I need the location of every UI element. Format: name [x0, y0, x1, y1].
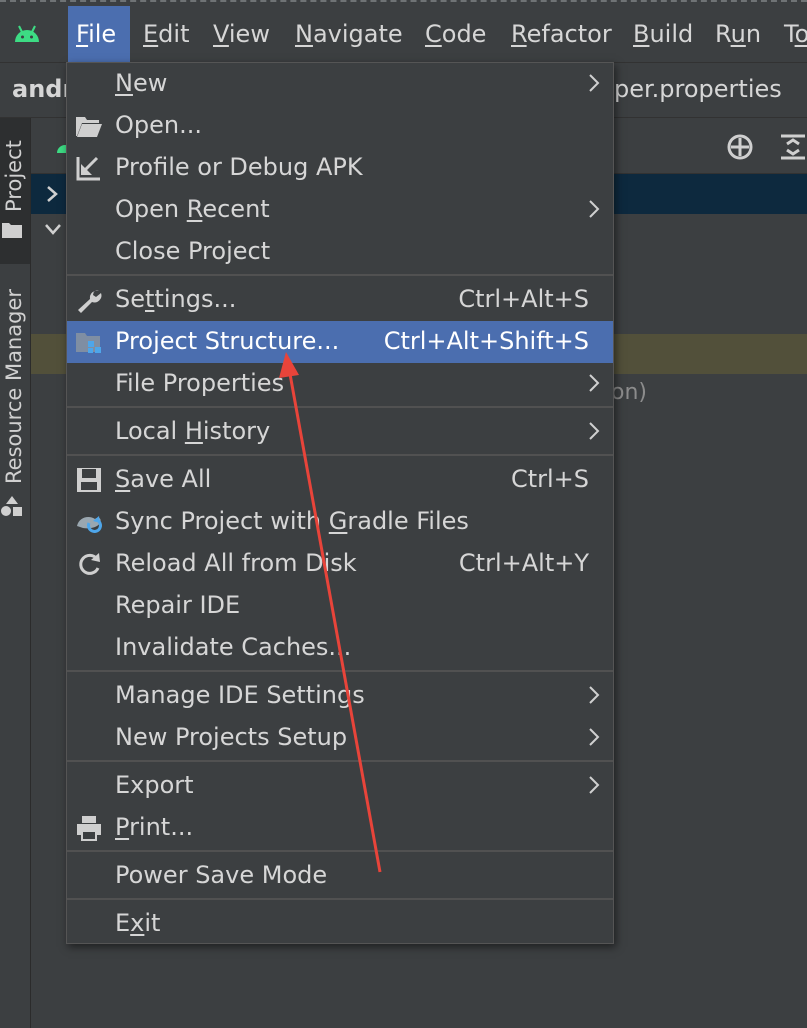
- project-structure-icon: [76, 333, 101, 353]
- tool-window-tab-project[interactable]: Project: [0, 118, 30, 264]
- menu-separator: [67, 406, 613, 408]
- menu-item-label: Project Structure...: [115, 327, 340, 355]
- tool-window-label-project: Project: [2, 140, 26, 212]
- menu-item-project-structure[interactable]: Project Structure... Ctrl+Alt+Shift+S: [67, 321, 613, 363]
- menu-item-shortcut: Ctrl+Alt+Shift+S: [383, 327, 589, 355]
- menu-item-close-project[interactable]: Close Project: [67, 231, 613, 273]
- menu-item-label: Settings...: [115, 285, 237, 313]
- menu-separator: [67, 454, 613, 456]
- menu-tools[interactable]: To: [776, 6, 807, 62]
- menu-item-power-save-mode[interactable]: Power Save Mode: [67, 855, 613, 897]
- menu-item-open[interactable]: Open...: [67, 105, 613, 147]
- menu-item-new[interactable]: New: [67, 63, 613, 105]
- collapse-all-icon[interactable]: [779, 132, 807, 162]
- folder-icon: [2, 223, 22, 238]
- menu-navigate[interactable]: Navigate: [287, 6, 411, 62]
- menu-separator: [67, 274, 613, 276]
- nav-file-name[interactable]: per.properties: [614, 75, 782, 103]
- menu-item-save-all[interactable]: Save All Ctrl+S: [67, 459, 613, 501]
- resource-manager-icon: [1, 496, 22, 516]
- menu-item-shortcut: Ctrl+S: [510, 465, 589, 493]
- menu-item-reload-all-from-disk[interactable]: Reload All from Disk Ctrl+Alt+Y: [67, 543, 613, 585]
- profile-apk-icon: [76, 156, 100, 181]
- menu-item-label: Repair IDE: [115, 591, 241, 619]
- menu-item-settings[interactable]: Settings... Ctrl+Alt+S: [67, 279, 613, 321]
- menu-item-sync-project-with-gradle-files[interactable]: Sync Project with Gradle Files: [67, 501, 613, 543]
- menu-item-label: Save All: [115, 465, 212, 493]
- android-studio-logo-icon: [15, 25, 39, 42]
- submenu-arrow-icon: [589, 686, 600, 704]
- menu-item-label: Open...: [115, 111, 202, 139]
- menu-view[interactable]: View: [205, 6, 278, 62]
- gradle-sync-icon: [77, 516, 102, 533]
- chevron-right-icon[interactable]: [45, 184, 59, 204]
- menu-separator: [67, 898, 613, 900]
- wrench-icon: [78, 290, 102, 313]
- file-menu-dropdown: New Open... Profile or Debug APK Open Recen…: [66, 62, 614, 944]
- submenu-arrow-icon: [589, 422, 600, 440]
- menu-item-label: Profile or Debug APK: [115, 153, 363, 181]
- menu-code[interactable]: Code: [417, 6, 494, 62]
- menu-item-label: Exit: [115, 909, 161, 937]
- printer-icon: [77, 816, 101, 841]
- menu-item-local-history[interactable]: Local History: [67, 411, 613, 453]
- menu-edit[interactable]: Edit: [135, 6, 197, 62]
- menu-refactor[interactable]: Refactor: [503, 6, 620, 62]
- menu-item-label: Local History: [115, 417, 271, 445]
- menu-item-label: Sync Project with Gradle Files: [115, 507, 469, 535]
- menu-item-profile-or-debug-apk[interactable]: Profile or Debug APK: [67, 147, 613, 189]
- menu-item-export[interactable]: Export: [67, 765, 613, 807]
- main-menubar: File Edit View Navigate Code Refactor Bu…: [0, 0, 807, 62]
- menu-item-file-properties[interactable]: File Properties: [67, 363, 613, 405]
- menu-item-label: Export: [115, 771, 194, 799]
- menu-item-repair-ide[interactable]: Repair IDE: [67, 585, 613, 627]
- menu-separator: [67, 760, 613, 762]
- menu-item-new-projects-setup[interactable]: New Projects Setup: [67, 717, 613, 759]
- menu-item-exit[interactable]: Exit: [67, 903, 613, 945]
- menu-item-manage-ide-settings[interactable]: Manage IDE Settings: [67, 675, 613, 717]
- menu-item-shortcut: Ctrl+Alt+Y: [458, 549, 589, 577]
- menu-separator: [67, 850, 613, 852]
- nav-project-name[interactable]: andr: [12, 75, 74, 103]
- menu-item-open-recent[interactable]: Open Recent: [67, 189, 613, 231]
- menu-file[interactable]: File: [68, 6, 130, 62]
- menu-item-label: New Projects Setup: [115, 723, 348, 751]
- submenu-arrow-icon: [589, 374, 600, 392]
- menu-item-label: Reload All from Disk: [115, 549, 357, 577]
- menu-item-shortcut: Ctrl+Alt+S: [458, 285, 589, 313]
- menu-build[interactable]: Build: [625, 6, 701, 62]
- menu-item-label: Power Save Mode: [115, 861, 328, 889]
- menu-item-invalidate-caches[interactable]: Invalidate Caches...: [67, 627, 613, 669]
- menu-separator: [67, 670, 613, 672]
- menu-item-label: Invalidate Caches...: [115, 633, 352, 661]
- menu-item-label: Open Recent: [115, 195, 270, 223]
- select-opened-file-icon[interactable]: [725, 132, 755, 162]
- menu-item-label: Print...: [115, 813, 194, 841]
- reload-icon: [79, 553, 100, 575]
- tool-window-label-resource-manager: Resource Manager: [2, 288, 26, 484]
- chevron-down-icon[interactable]: [43, 222, 63, 236]
- submenu-arrow-icon: [589, 728, 600, 746]
- tree-row-hint-text: on): [611, 380, 647, 405]
- submenu-arrow-icon: [589, 200, 600, 218]
- menu-item-label: Close Project: [115, 237, 271, 265]
- folder-open-icon: [76, 117, 102, 137]
- tool-window-tab-resource-manager[interactable]: Resource Manager: [0, 280, 30, 520]
- menu-run[interactable]: Run: [707, 6, 769, 62]
- submenu-arrow-icon: [589, 74, 600, 92]
- submenu-arrow-icon: [589, 776, 600, 794]
- save-icon: [77, 468, 101, 492]
- menu-item-label: New: [115, 69, 168, 97]
- menu-item-label: Manage IDE Settings: [115, 681, 365, 709]
- menu-item-print[interactable]: Print...: [67, 807, 613, 849]
- menu-item-label: File Properties: [115, 369, 285, 397]
